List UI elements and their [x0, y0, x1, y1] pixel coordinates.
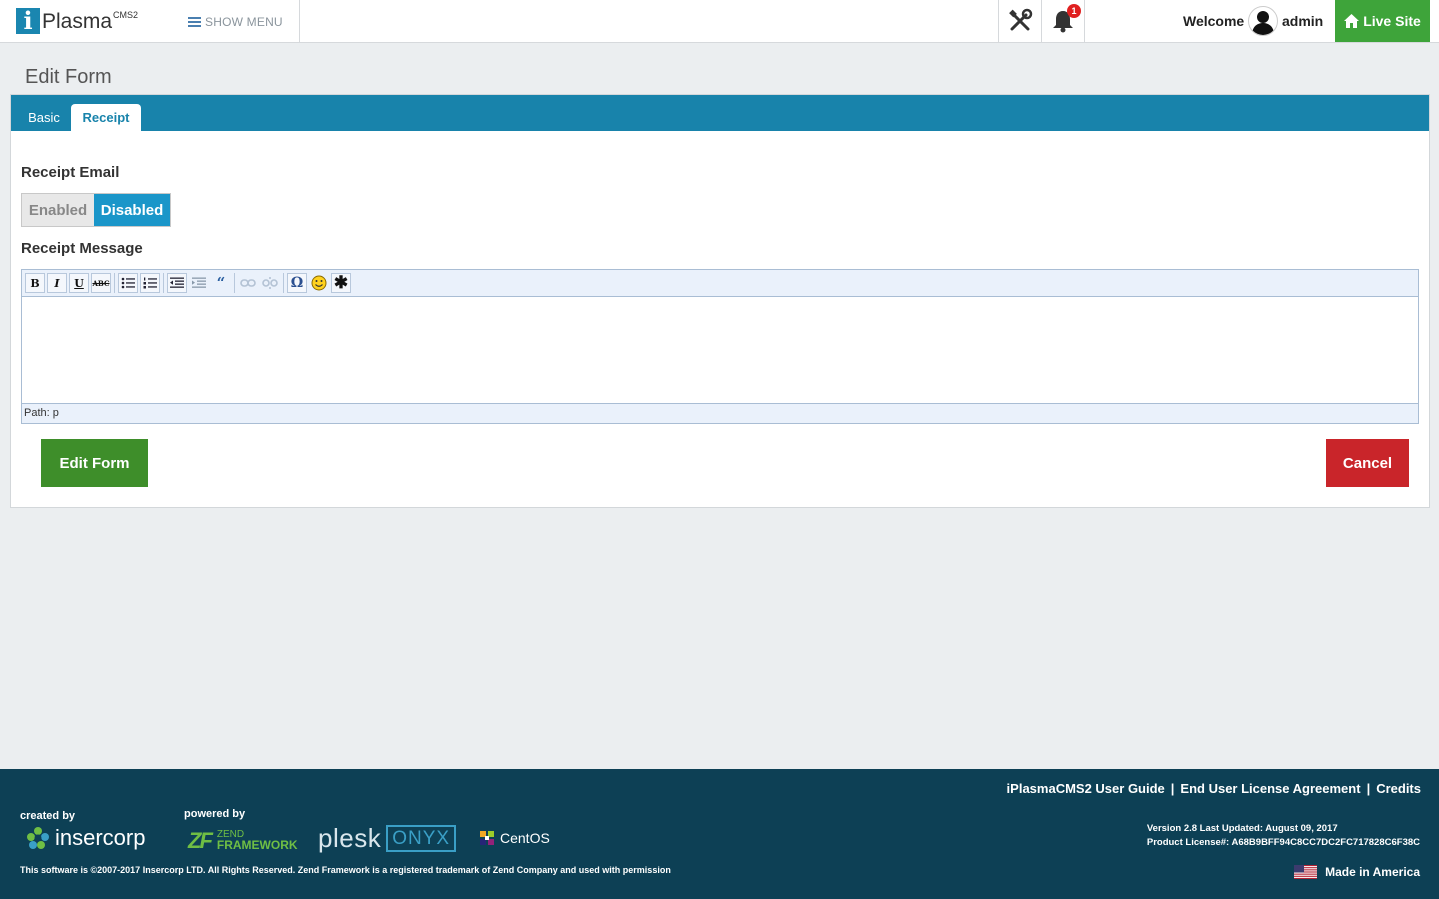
blockquote-icon[interactable]: “: [211, 273, 231, 293]
toggle-enabled-option[interactable]: Enabled: [22, 194, 94, 226]
created-by-label: created by: [20, 810, 76, 822]
centos-text: CentOS: [500, 830, 550, 846]
centos-icon: [480, 831, 494, 845]
emoticon-icon[interactable]: [309, 273, 329, 293]
license-text: Product License#: A68B9BFF94C8CC7DC2FC71…: [1146, 837, 1420, 848]
outdent-icon[interactable]: [167, 273, 187, 293]
underline-icon[interactable]: U: [69, 273, 89, 293]
tab-receipt[interactable]: Receipt: [71, 104, 141, 131]
cancel-button[interactable]: Cancel: [1326, 439, 1409, 487]
version-info: Version 2.8 Last Updated: August 09, 201…: [1147, 822, 1420, 850]
unlink-icon[interactable]: [260, 273, 280, 293]
copyright-text: This software is ©2007-2017 Insercorp LT…: [20, 865, 671, 875]
notifications-button[interactable]: 1: [1042, 0, 1084, 42]
zend-framework-logo[interactable]: ZF ZEND FRAMEWORK: [188, 828, 298, 854]
powered-by-label: powered by: [184, 808, 246, 820]
made-in-america: Made in America: [1294, 865, 1420, 879]
home-icon: [1344, 14, 1360, 28]
logo-superscript: CMS2: [113, 10, 139, 20]
numbered-list-icon[interactable]: [140, 273, 160, 293]
toolbar-separator: [114, 273, 115, 293]
footer-link-user-guide[interactable]: iPlasmaCMS2 User Guide: [1007, 781, 1165, 796]
receipt-email-label: Receipt Email: [21, 164, 120, 181]
italic-icon[interactable]: I: [47, 273, 67, 293]
tab-bar: Basic Receipt: [11, 95, 1429, 131]
top-bar: i Plasma CMS2 SHOW MENU 1 Welcome admin …: [0, 0, 1439, 43]
live-site-button[interactable]: Live Site: [1335, 0, 1430, 42]
show-menu-label: SHOW MENU: [205, 15, 283, 29]
insercorp-text: insercorp: [55, 825, 146, 850]
zend-mark-icon: ZF: [188, 828, 213, 853]
link-separator: |: [1366, 781, 1371, 796]
tab-basic[interactable]: Basic: [18, 104, 70, 131]
tools-icon: [1009, 8, 1033, 31]
editor-toolbar: B I U ABC “ Ω ✱: [22, 270, 1418, 297]
editor-content-area[interactable]: [22, 297, 1418, 403]
strikethrough-icon[interactable]: ABC: [91, 273, 111, 293]
app-logo[interactable]: i Plasma CMS2: [16, 8, 138, 34]
toolbar-separator: [234, 273, 235, 293]
plesk-text: plesk: [318, 823, 382, 853]
welcome-text: Welcome: [1183, 13, 1245, 29]
footer-link-eula[interactable]: End User License Agreement: [1180, 781, 1360, 796]
insercorp-logo[interactable]: insercorp: [26, 825, 145, 851]
onyx-text: ONYX: [386, 825, 457, 852]
link-separator: |: [1170, 781, 1175, 796]
footer-link-credits[interactable]: Credits: [1376, 781, 1421, 796]
user-avatar-icon: [1252, 11, 1274, 35]
toolbar-separator: [283, 273, 284, 293]
toolbar-separator: [163, 273, 164, 293]
show-menu-button[interactable]: SHOW MENU: [188, 15, 283, 29]
receipt-email-toggle: Enabled Disabled: [21, 193, 171, 227]
page-title: Edit Form: [25, 66, 112, 88]
us-flag-icon: [1294, 865, 1318, 879]
footer: iPlasmaCMS2 User Guide | End User Licens…: [0, 769, 1439, 899]
username[interactable]: admin: [1282, 13, 1323, 29]
indent-icon[interactable]: [189, 273, 209, 293]
link-icon[interactable]: [238, 273, 258, 293]
notification-badge: 1: [1067, 4, 1081, 18]
bold-icon[interactable]: B: [25, 273, 45, 293]
asterisk-icon[interactable]: ✱: [331, 273, 351, 293]
receipt-message-label: Receipt Message: [21, 240, 143, 257]
version-text: Version 2.8 Last Updated: August 09, 201…: [1146, 823, 1338, 834]
logo-text: Plasma: [42, 10, 113, 33]
rich-text-editor: B I U ABC “ Ω ✱ Path: p: [21, 269, 1419, 424]
divider: [299, 0, 300, 42]
made-in-text: Made in America: [1325, 865, 1420, 879]
edit-form-button[interactable]: Edit Form: [41, 439, 148, 487]
live-site-label: Live Site: [1363, 13, 1421, 29]
zend-text: ZEND FRAMEWORK: [216, 829, 298, 852]
toggle-disabled-option[interactable]: Disabled: [94, 194, 170, 226]
insercorp-flower-icon: [27, 827, 49, 849]
avatar[interactable]: [1248, 6, 1278, 36]
special-character-icon[interactable]: Ω: [287, 273, 307, 293]
tools-button[interactable]: [999, 0, 1041, 42]
centos-logo[interactable]: CentOS: [478, 829, 550, 847]
form-panel: Basic Receipt Receipt Email Enabled Disa…: [10, 94, 1430, 508]
divider: [1084, 0, 1085, 42]
logo-i-icon: i: [16, 8, 40, 34]
plesk-onyx-logo[interactable]: plesk ONYX: [318, 823, 457, 854]
footer-links: iPlasmaCMS2 User Guide | End User Licens…: [1007, 781, 1421, 796]
hamburger-icon: [188, 17, 201, 27]
editor-path: Path: p: [22, 403, 1418, 423]
bullet-list-icon[interactable]: [118, 273, 138, 293]
